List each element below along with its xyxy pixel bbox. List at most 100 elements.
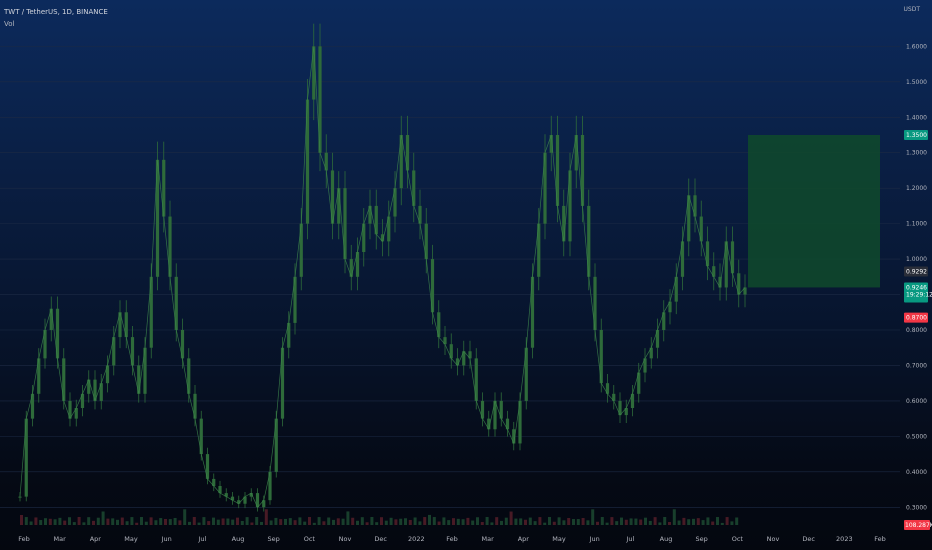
volume-bar [375,522,379,525]
volume-bar [72,522,76,525]
volume-bar [408,519,412,525]
target-price-badge: 1.3500 [906,132,927,139]
volume-bar [543,522,547,525]
volume-bar [432,517,436,525]
volume-bar [576,519,580,525]
volume-bar [672,509,676,525]
volume-bar [418,521,422,525]
volume-bar [687,519,691,525]
time-axis-label: Aug [660,535,673,543]
time-axis-label: Oct [304,535,316,543]
volume-bar [591,509,595,525]
time-axis-label: Sep [268,535,280,543]
time-axis-label: Feb [446,535,458,543]
time-axis-label: 2023 [836,535,853,543]
volume-bar [495,517,499,525]
volume-bar [159,518,163,525]
volume-bar [279,519,283,525]
volume-bar [298,517,302,525]
volume-bar [231,519,235,525]
price-chart[interactable]: 1.6000 1.5000 1.4000 1.3000 1.2000 1.1000 1.00… [0,0,932,550]
volume-bar [668,522,671,525]
volume-bar [413,517,417,525]
volume-bar [720,522,724,525]
volume-bar [692,518,695,525]
volume-bar [284,518,287,525]
price-axis-label: 1.5000 [906,79,927,86]
price-line [19,46,746,508]
volume-bar [264,509,268,525]
volume-bar [471,520,475,525]
volume-bar [82,522,86,525]
time-axis-label: Jun [589,535,600,543]
volume-bar [351,517,355,525]
volume-bar [461,519,465,525]
volume-bar [485,517,489,525]
volume-bar [725,517,729,525]
volume-bar [552,521,556,525]
volume-bar [586,520,590,525]
volume-bar [130,517,134,525]
volume-bar [716,517,719,525]
price-axis-label: 0.7000 [906,362,927,369]
volume-bar [68,517,71,525]
volume-bar [164,518,167,525]
volume-bar [447,520,451,525]
volume-bar [63,520,67,525]
volume-bar [245,517,249,525]
volume-bar [101,511,105,525]
volume-bar [394,519,398,525]
time-axis-label: Aug [232,535,245,543]
price-axis-label: 0.8000 [906,327,927,334]
volume-bar [192,517,196,525]
volume-bar [677,520,681,525]
volume-bar [260,521,263,525]
time-axis-label: Jul [625,535,634,543]
current-price-badge-extra: 19:29:12 [906,291,932,298]
volume-bar [221,518,225,525]
volume-bar [197,522,201,525]
volume-bar [605,522,609,525]
volume-bar [437,521,441,525]
price-axis-label: 1.1000 [906,221,927,228]
volume-bar [327,517,331,525]
volume-bar [135,522,139,525]
time-axis-label: Jun [161,535,172,543]
volume-bar [480,522,484,525]
volume-bar [346,511,350,525]
volume-bar [332,519,335,525]
volume-bar [144,521,148,525]
volume-bar [188,521,191,525]
volume-bar [20,515,23,525]
volume-bar [120,517,124,525]
current-price-badge: 0.9246 [906,284,927,291]
volume-bar [730,521,734,525]
volume-bar [293,520,297,525]
volume-badge: 108.287K [905,522,932,529]
price-axis-label: 0.4000 [906,469,927,476]
volume-bar [428,514,431,525]
volume-bar [336,518,340,525]
volume-bar [92,520,95,525]
volume-bar [58,517,62,525]
volume-bar [322,521,326,525]
time-axis-label: Dec [374,535,387,543]
volume-bar [274,517,278,525]
target-zone [748,135,880,288]
volume-bar [399,518,403,525]
volume-bar [226,518,230,525]
volume-bar [404,518,407,525]
volume-bar [533,521,537,525]
volume-bar [648,520,652,525]
volume-bar [111,518,115,525]
volume-bar [548,517,551,525]
volume-bar [288,518,292,525]
volume-bar [106,518,110,525]
time-axis-label: May [124,535,138,543]
volume-bar [116,519,119,525]
volume-bar [87,517,91,525]
volume-bar [524,519,527,525]
volume-bar [303,521,307,525]
volume-bar [423,517,427,525]
volume-bar [365,522,369,525]
